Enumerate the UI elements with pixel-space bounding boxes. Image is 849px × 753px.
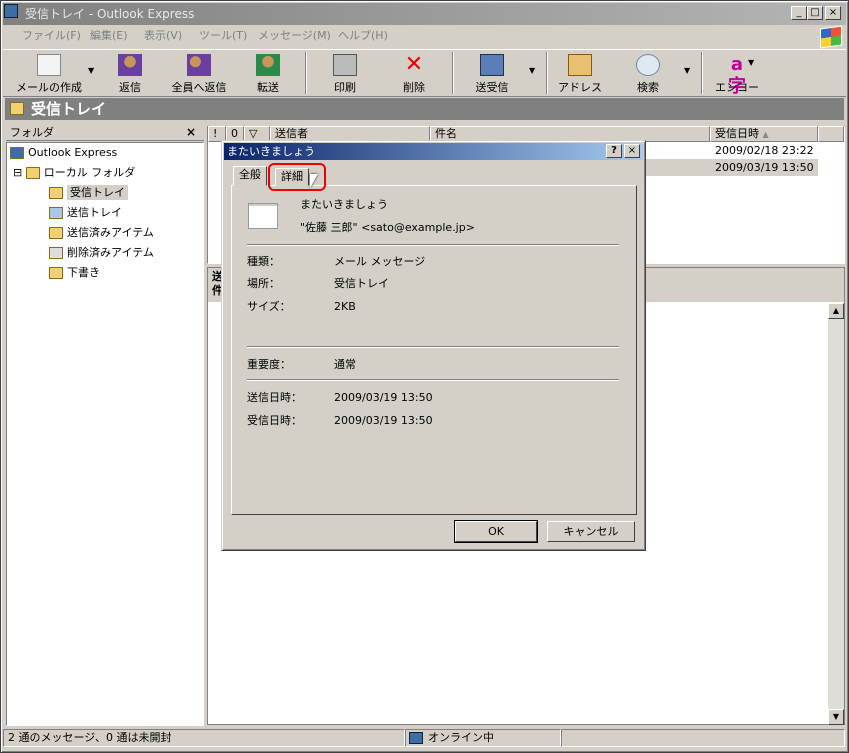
online-computer-icon <box>409 732 423 744</box>
field-type-label: 種類： <box>247 255 280 268</box>
status-online: オンライン中 <box>405 729 561 747</box>
tree-item-outlook-express[interactable]: Outlook Express <box>7 143 203 163</box>
dialog-subject: またいきましょう <box>300 198 388 211</box>
reply-all-button[interactable]: 全員へ返信 <box>166 52 232 94</box>
outlook-app-icon <box>4 4 18 18</box>
tree-item-inbox[interactable]: 受信トレイ <box>7 183 203 203</box>
encode-dropdown-icon[interactable]: ▼ <box>748 58 754 67</box>
outbox-icon <box>49 207 63 219</box>
cancel-button[interactable]: キャンセル <box>547 521 635 542</box>
col-received[interactable]: 受信日時 ▲ <box>710 126 818 142</box>
address-book-icon <box>568 54 592 76</box>
toolbar-separator <box>452 52 454 94</box>
find-dropdown-icon[interactable]: ▼ <box>684 66 690 75</box>
deleted-items-icon <box>49 247 63 259</box>
field-location-label: 場所： <box>247 277 280 290</box>
print-button[interactable]: 印刷 <box>325 52 365 94</box>
field-priority-label: 重要度： <box>247 358 291 371</box>
dialog-title: またいきましょう <box>224 143 643 160</box>
field-received-value: 2009/03/19 13:50 <box>334 414 433 427</box>
folder-pane-close-button[interactable]: × <box>186 125 196 139</box>
status-empty <box>561 729 845 747</box>
tab-general[interactable]: 全般 <box>233 166 267 186</box>
folder-icon <box>25 167 40 179</box>
window-title: 受信トレイ - Outlook Express <box>3 3 846 25</box>
addresses-button[interactable]: アドレス <box>556 52 604 94</box>
minimize-button[interactable]: _ <box>791 6 807 20</box>
inbox-header-icon <box>10 102 24 115</box>
dialog-close-button[interactable]: × <box>624 144 640 158</box>
scroll-up-button[interactable]: ▲ <box>828 303 844 319</box>
divider <box>247 379 619 381</box>
scroll-down-button[interactable]: ▼ <box>828 709 844 725</box>
tree-item-local-folders[interactable]: ⊟ ローカル フォルダ <box>7 163 203 183</box>
sort-ascending-icon: ▲ <box>762 130 769 139</box>
reply-all-icon <box>187 54 211 76</box>
find-button[interactable]: 検索 <box>628 52 668 94</box>
close-button[interactable]: × <box>825 6 841 20</box>
send-receive-icon <box>480 54 504 76</box>
reply-button[interactable]: 返信 <box>110 52 150 94</box>
send-receive-button[interactable]: 送受信 <box>466 52 518 94</box>
send-receive-dropdown-icon[interactable]: ▼ <box>529 66 535 75</box>
ok-button[interactable]: OK <box>455 521 537 542</box>
sent-items-icon <box>49 227 63 239</box>
delete-button[interactable]: ✕ 削除 <box>394 52 434 95</box>
compose-dropdown-icon[interactable]: ▼ <box>88 66 94 75</box>
compose-button[interactable]: メールの作成 <box>14 52 84 94</box>
forward-icon <box>256 54 280 76</box>
toolbar-separator <box>701 52 703 94</box>
menu-help[interactable]: ヘルプ(H) <box>338 28 388 44</box>
menu-view[interactable]: 表示(V) <box>144 28 182 44</box>
field-location-value: 受信トレイ <box>334 277 389 290</box>
tree-item-outbox[interactable]: 送信トレイ <box>7 203 203 223</box>
inbox-icon <box>49 187 63 199</box>
field-sent-label: 送信日時： <box>247 391 302 404</box>
printer-icon <box>333 54 357 76</box>
table-row-selected[interactable]: 2009/03/19 13:50 <box>645 159 818 176</box>
forward-button[interactable]: 転送 <box>248 52 288 94</box>
folder-tree: Outlook Express ⊟ ローカル フォルダ 受信トレイ 送信トレイ … <box>6 142 204 726</box>
toolbar-separator <box>305 52 307 94</box>
preview-scrollbar[interactable] <box>828 303 844 725</box>
toolbar-separator <box>546 52 548 94</box>
field-received-label: 受信日時： <box>247 414 302 427</box>
maximize-button[interactable]: □ <box>807 6 823 20</box>
field-type-value: メール メッセージ <box>334 255 426 268</box>
tree-item-drafts[interactable]: 下書き <box>7 263 203 283</box>
menu-tools[interactable]: ツール(T) <box>199 28 247 44</box>
folder-header: 受信トレイ <box>5 98 844 120</box>
encode-icon: a字 <box>728 54 746 97</box>
delete-icon: ✕ <box>404 52 424 77</box>
dialog-help-button[interactable]: ? <box>606 144 622 158</box>
menu-message[interactable]: メッセージ(M) <box>258 28 331 44</box>
menu-file[interactable]: ファイル(F) <box>22 28 81 44</box>
mouse-cursor-icon <box>310 174 318 188</box>
reply-icon <box>118 54 142 76</box>
compose-icon <box>37 54 61 76</box>
col-filler <box>818 126 844 142</box>
divider <box>247 244 619 246</box>
folder-pane-header: フォルダ <box>6 125 204 141</box>
tree-item-sent-items[interactable]: 送信済みアイテム <box>7 223 203 243</box>
folder-header-title: 受信トレイ <box>31 100 107 118</box>
table-row[interactable]: 2009/02/18 23:22 <box>645 142 818 159</box>
field-size-value: 2KB <box>334 300 356 313</box>
field-sent-value: 2009/03/19 13:50 <box>334 391 433 404</box>
tree-item-deleted-items[interactable]: 削除済みアイテム <box>7 243 203 263</box>
folder-pane-title: フォルダ <box>10 126 54 139</box>
field-priority-value: 通常 <box>334 358 356 371</box>
drafts-icon <box>49 267 63 279</box>
outlook-icon <box>10 147 24 159</box>
encode-button[interactable]: a字エンコード <box>710 52 764 110</box>
windows-logo-icon <box>820 25 842 49</box>
find-icon <box>636 54 660 76</box>
field-size-label: サイズ： <box>247 300 291 313</box>
divider <box>247 346 619 348</box>
dialog-sender: "佐藤 三郎" <sato@example.jp> <box>300 221 475 234</box>
envelope-icon <box>248 203 278 229</box>
collapse-icon[interactable]: ⊟ <box>13 166 22 179</box>
status-message-count: 2 通のメッセージ、0 通は未開封 <box>3 729 405 747</box>
menu-edit[interactable]: 編集(E) <box>90 28 128 44</box>
